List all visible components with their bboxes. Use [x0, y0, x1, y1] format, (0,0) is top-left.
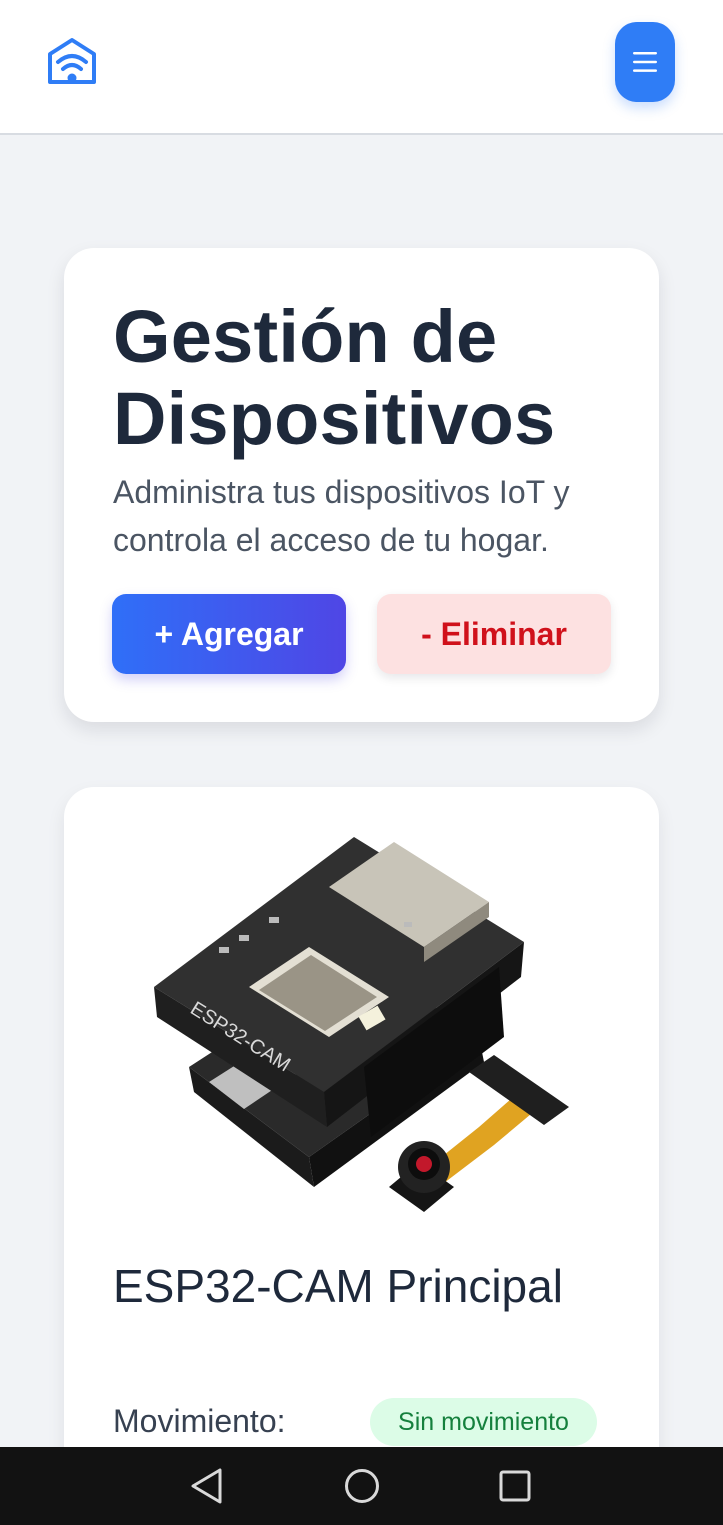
system-navigation-bar: [0, 1447, 723, 1525]
recents-square-icon[interactable]: [498, 1467, 532, 1505]
esp32-cam-board-image: ESP32-CAM: [149, 827, 579, 1227]
device-name: ESP32-CAM Principal: [113, 1260, 563, 1312]
motion-label: Movimiento:: [113, 1403, 286, 1439]
back-triangle-icon[interactable]: [189, 1467, 225, 1505]
device-management-card: Gestión de Dispositivos Administra tus d…: [64, 248, 659, 722]
page-title: Gestión de Dispositivos: [113, 295, 556, 460]
remove-device-button[interactable]: - Eliminar: [377, 594, 611, 674]
hamburger-menu-button[interactable]: [615, 22, 675, 102]
add-device-button[interactable]: + Agregar: [112, 594, 346, 674]
home-circle-icon[interactable]: [343, 1467, 381, 1505]
page-subtitle: Administra tus dispositivos IoT y contro…: [113, 474, 570, 558]
hamburger-menu-icon: [633, 52, 657, 72]
device-card[interactable]: ESP32-CAM ESP32-CAM Principal Movimiento…: [64, 787, 659, 1525]
home-wifi-icon[interactable]: [46, 36, 98, 88]
app-root: Gestión de Dispositivos Administra tus d…: [0, 0, 723, 1525]
top-header: [0, 0, 723, 135]
motion-status-badge: Sin movimiento: [370, 1398, 597, 1446]
